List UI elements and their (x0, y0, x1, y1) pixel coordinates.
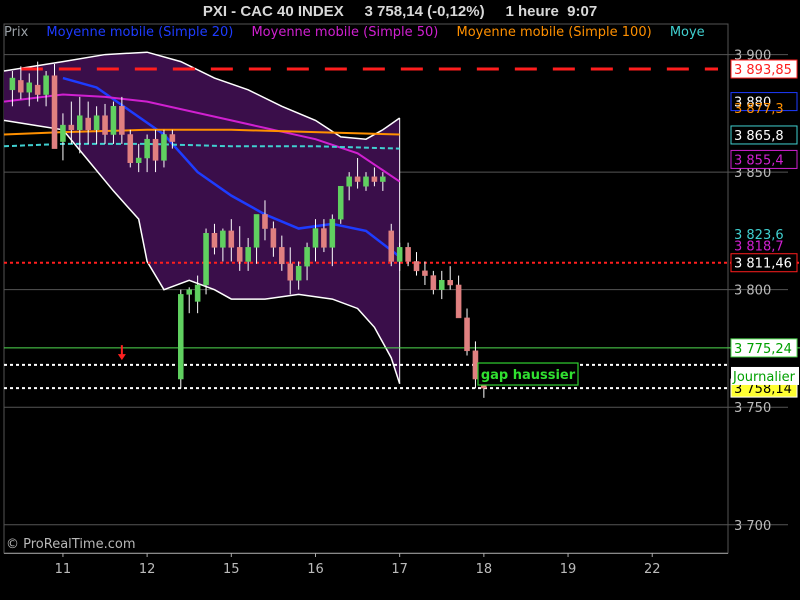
candle-body (405, 247, 411, 262)
candle-body (9, 77, 16, 91)
candle-body (262, 214, 268, 229)
candle-body (135, 157, 142, 163)
y-tick-label: 3 800 (734, 284, 771, 299)
candle-body (93, 115, 100, 131)
candle-body (68, 124, 75, 131)
x-tick-label: 12 (139, 562, 156, 577)
x-tick-label: 17 (391, 562, 408, 577)
partial-indicator-label: 3 877,3 (734, 102, 784, 117)
candle-body (152, 138, 159, 161)
candle-body (321, 228, 327, 248)
partial-indicator-label: 3 823,6 (734, 228, 784, 243)
x-tick-label: 11 (55, 562, 72, 577)
candle-body (26, 82, 33, 93)
level-value-label: 3 775,24 (734, 342, 792, 357)
candle-body (245, 247, 251, 262)
y-tick-label: 3 700 (734, 519, 771, 534)
candle-body (279, 247, 285, 265)
candle-body (413, 261, 420, 272)
candle-body (346, 176, 352, 187)
candle-body (371, 176, 378, 182)
level-value-label: 3 865,8 (734, 129, 784, 144)
candle-body (287, 263, 294, 281)
annotation-label: gap haussier (481, 368, 576, 383)
watermark: © ProRealTime.com (6, 537, 136, 552)
candle-body (119, 106, 125, 135)
candle-body (329, 218, 336, 248)
candle-body (464, 317, 470, 352)
candle-body (178, 294, 184, 380)
candle-body (169, 134, 176, 142)
candle-body (228, 230, 235, 248)
candle-body (438, 280, 445, 290)
candle-body (85, 117, 91, 131)
candle-body (396, 247, 403, 262)
x-tick-label: 22 (644, 562, 661, 577)
candle-body (76, 115, 83, 131)
candle-body (60, 124, 66, 142)
candle-body (127, 134, 134, 163)
candle-body (380, 176, 386, 182)
candle-body (102, 115, 108, 135)
level-value-label: 3 893,85 (734, 63, 792, 78)
x-tick-label: 15 (223, 562, 240, 577)
arrow-head (117, 354, 126, 361)
candle-body (211, 232, 218, 248)
candle-body (34, 84, 41, 95)
candle-body (304, 247, 310, 267)
candle-body (203, 232, 209, 286)
level-value-label: 3 855,4 (734, 153, 784, 168)
candle-body (186, 289, 192, 295)
candle-body (194, 284, 201, 302)
candle-body (354, 176, 361, 182)
candle-body (220, 230, 226, 248)
candle-body (144, 138, 150, 159)
candle-body (43, 75, 49, 95)
candle-body (110, 106, 117, 135)
candle-body (51, 75, 58, 149)
candle-body (18, 80, 24, 93)
candle-body (253, 214, 260, 248)
journalier-label: Journalier (732, 370, 796, 385)
candle-body (295, 265, 302, 281)
candle-body (422, 270, 428, 276)
level-value-label: 3 811,46 (734, 257, 792, 272)
candle-body (388, 230, 395, 262)
candle-body (363, 176, 369, 187)
price-chart[interactable]: 3 9003 8503 8003 7503 70011 12 15 16 17 18 19 2… (0, 0, 800, 600)
y-tick-label: 3 750 (734, 401, 771, 416)
x-tick-label: 16 (307, 562, 324, 577)
candle-body (430, 275, 437, 290)
candle-body (161, 134, 167, 161)
x-tick-label: 18 (476, 562, 493, 577)
candle-body (337, 185, 344, 220)
candle-body (312, 228, 319, 248)
candle-body (447, 280, 453, 286)
candle-body (236, 247, 243, 262)
candle-body (455, 284, 462, 319)
candle-body (472, 350, 479, 380)
x-tick-label: 19 (560, 562, 577, 577)
candle-body (270, 228, 277, 248)
